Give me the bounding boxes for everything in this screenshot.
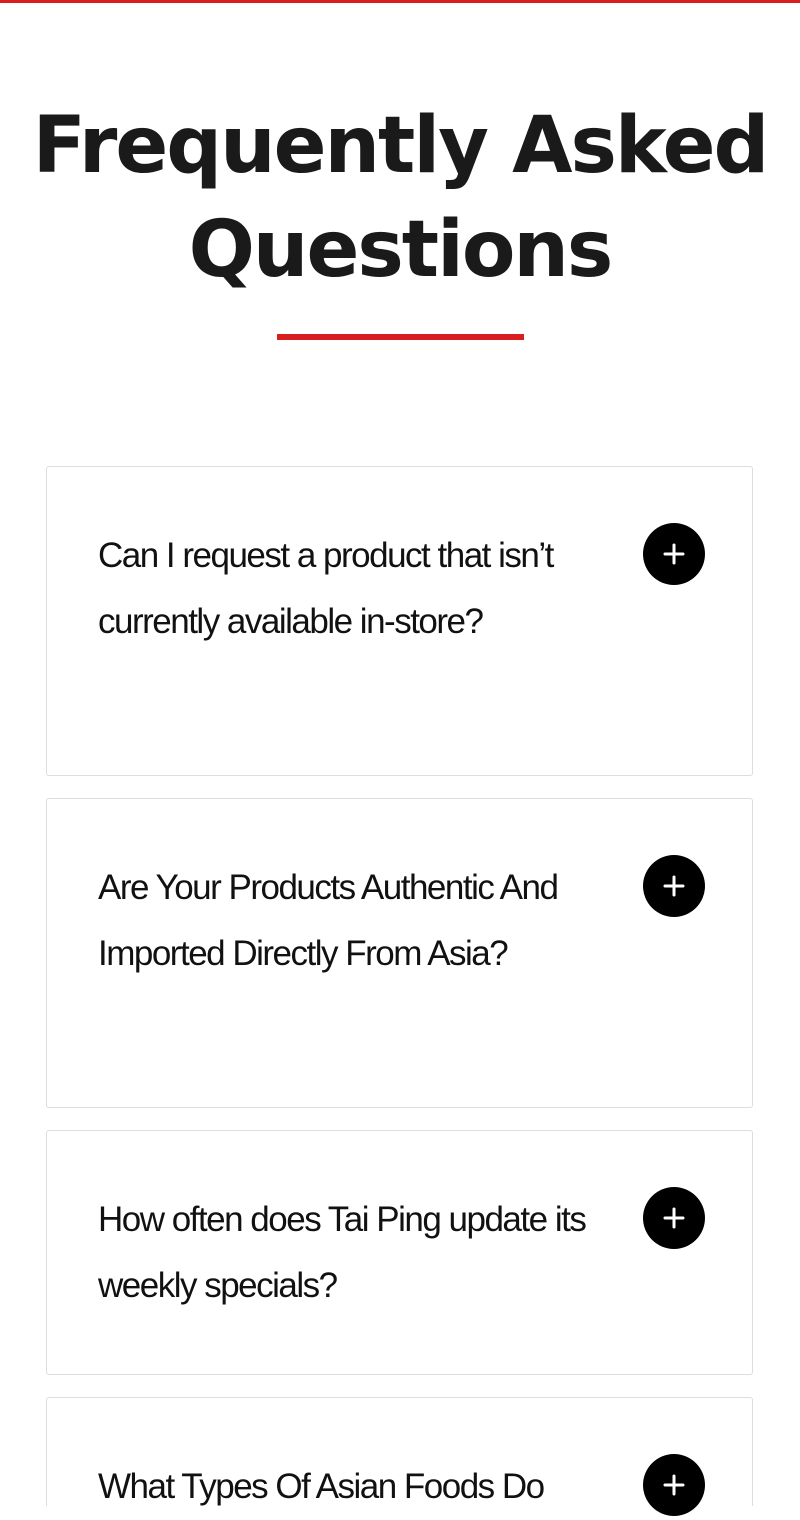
plus-icon: [663, 1474, 685, 1496]
plus-icon: [663, 875, 685, 897]
faq-question[interactable]: How often does Tai Ping update its weekl…: [98, 1187, 588, 1319]
faq-item[interactable]: Can I request a product that isn’t curre…: [46, 466, 753, 776]
faq-question[interactable]: What Types Of Asian Foods Do: [98, 1454, 638, 1520]
faq-item[interactable]: How often does Tai Ping update its weekl…: [46, 1130, 753, 1375]
expand-button[interactable]: [643, 1187, 705, 1249]
faq-item[interactable]: What Types Of Asian Foods Do: [46, 1397, 753, 1516]
faq-question[interactable]: Are Your Products Authentic And Imported…: [98, 855, 588, 987]
title-underline: [277, 334, 524, 340]
plus-icon: [663, 543, 685, 565]
top-accent-bar: [0, 0, 800, 3]
plus-icon: [663, 1207, 685, 1229]
expand-button[interactable]: [643, 523, 705, 585]
faq-question[interactable]: Can I request a product that isn’t curre…: [98, 523, 588, 655]
expand-button[interactable]: [643, 1454, 705, 1516]
page-title: Frequently Asked Questions: [32, 101, 770, 295]
expand-button[interactable]: [643, 855, 705, 917]
faq-item[interactable]: Are Your Products Authentic And Imported…: [46, 798, 753, 1108]
